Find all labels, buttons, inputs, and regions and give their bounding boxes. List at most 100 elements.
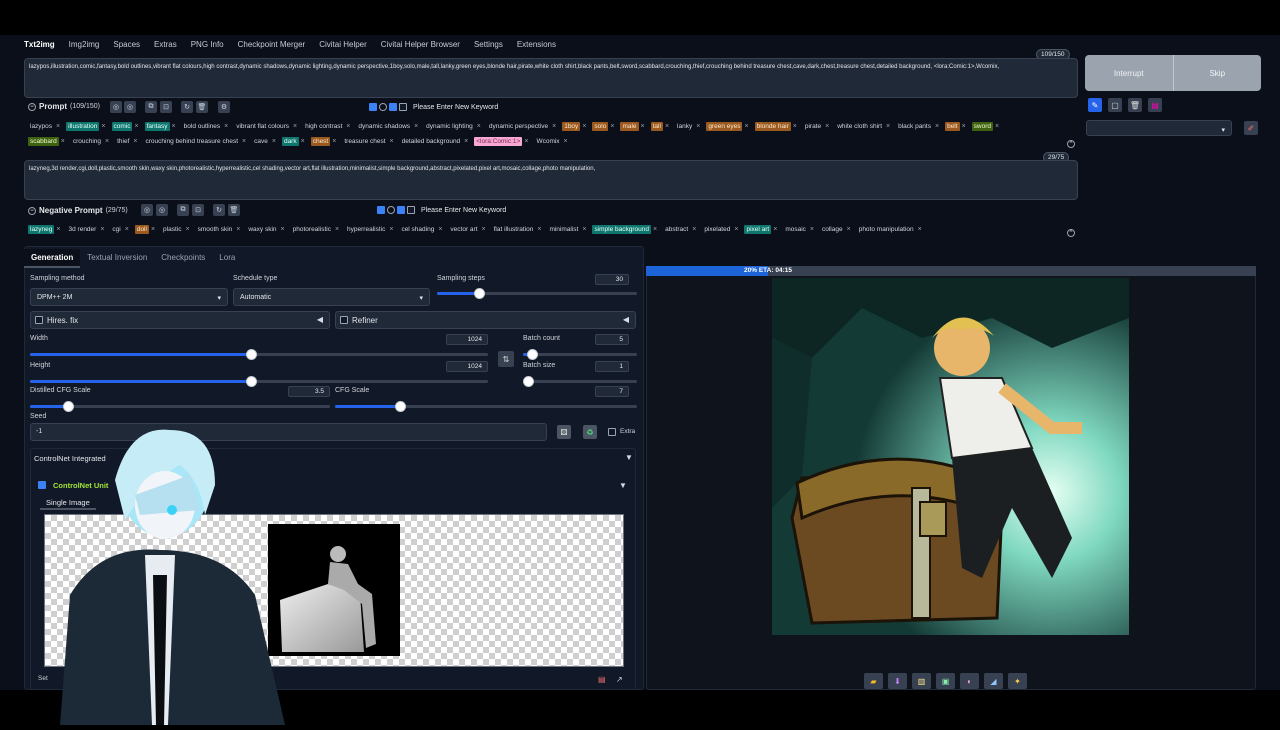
keyword-tag[interactable]: belt [945,121,960,131]
load-icon[interactable]: ⊡ [192,204,204,216]
slider-handle[interactable] [395,401,406,412]
copy-icon[interactable]: ⧉ [177,204,189,216]
keyword-tag[interactable]: 1boy [562,121,581,131]
remove-tag-icon[interactable]: × [464,138,468,145]
batch-size-slider[interactable] [523,376,637,387]
remove-tag-icon[interactable]: × [301,138,305,145]
remove-tag-icon[interactable]: × [151,226,155,233]
keyword-checkbox-3[interactable] [399,103,407,111]
folder-icon[interactable]: ▰ [864,673,883,689]
keyword-tag[interactable]: sword [971,121,993,131]
tab-img2img[interactable]: Img2img [62,37,107,53]
send-to-inpaint-icon[interactable]: ◐ [960,673,979,689]
hires-checkbox[interactable] [35,316,43,324]
distilled-cfg-slider[interactable] [30,401,330,412]
keyword-tag[interactable]: photo manipulation [857,225,916,234]
remove-tag-icon[interactable]: × [825,123,829,130]
keyword-tag[interactable]: dynamic perspective [487,122,550,131]
remove-tag-icon[interactable]: × [172,123,176,130]
remove-tag-icon[interactable]: × [696,123,700,130]
remove-tag-icon[interactable]: × [272,138,276,145]
keyword-tag[interactable]: comic [111,121,133,131]
caret-down-icon[interactable]: ▼ [619,481,627,490]
sampling-steps-slider[interactable] [437,288,637,299]
history-icon[interactable] [387,206,395,214]
keyword-tag[interactable]: solo [592,121,609,131]
keyword-tag[interactable]: high contrast [303,122,344,131]
keyword-tag[interactable]: black pants [896,122,933,131]
remove-tag-icon[interactable]: × [935,123,939,130]
caret-down-icon[interactable]: ▼ [625,453,633,462]
keyword-tag[interactable]: abstract [663,225,690,234]
gear-icon[interactable]: ⚙ [218,101,230,113]
tab-civitai-helper-browser[interactable]: Civitai Helper Browser [374,37,467,53]
keyword-tag[interactable]: lazyneg [28,224,55,234]
paste-icon[interactable]: ◎ [110,101,122,113]
remove-tag-icon[interactable]: × [56,123,60,130]
remove-tag-icon[interactable]: × [133,138,137,145]
keyword-tag[interactable]: doll [134,224,149,234]
subtab-textual-inversion[interactable]: Textual Inversion [80,249,154,268]
document-icon[interactable]: ▤ [598,675,606,684]
remove-tag-icon[interactable]: × [692,226,696,233]
keyword-tag[interactable]: detailed background [400,137,463,146]
keyword-tag[interactable]: white cloth shirt [835,122,884,131]
skip-button[interactable]: Skip [1174,55,1262,91]
slider-handle[interactable] [527,349,538,360]
remove-tag-icon[interactable]: × [995,123,999,130]
keyword-checkbox-1[interactable] [369,103,377,111]
height-input[interactable]: 1024 [446,361,488,372]
keyword-tag[interactable]: vector art [448,225,479,234]
pencil-icon[interactable]: ✎ [1088,98,1102,112]
keyword-tag[interactable]: vibrant flat colours [234,122,291,131]
keyword-tag[interactable]: flat illustration [492,225,536,234]
keyword-tag[interactable]: dynamic shadows [356,122,412,131]
cfg-scale-slider[interactable] [335,401,637,412]
zip-icon[interactable]: ▥ [912,673,931,689]
remove-tag-icon[interactable]: × [224,123,228,130]
remove-tag-icon[interactable]: × [134,123,138,130]
sparkle-icon[interactable]: ✦ [1008,673,1027,689]
settings-icon[interactable]: ◎ [124,101,136,113]
keyword-tag[interactable]: male [620,121,639,131]
history-icon[interactable] [379,103,387,111]
slider-handle[interactable] [63,401,74,412]
negative-prompt-textarea[interactable]: lazyneg,3d render,cgi,doll,plastic,smoot… [24,160,1078,200]
prompt-textarea[interactable]: lazypos,illustration,comic,fantasy,bold … [24,58,1078,98]
slider-handle[interactable] [523,376,534,387]
recycle-icon[interactable]: ♻ [583,425,597,439]
keyword-tag[interactable]: waxy skin [246,225,278,234]
remove-tag-icon[interactable]: × [744,123,748,130]
remove-tag-icon[interactable]: × [582,123,586,130]
remove-tag-icon[interactable]: × [56,226,60,233]
keyword-tag[interactable]: pixel art [744,224,772,234]
keyword-tag[interactable]: <lora:Comic:1> [474,136,523,146]
remove-tag-icon[interactable]: × [236,226,240,233]
height-slider[interactable] [30,376,488,387]
remove-tag-icon[interactable]: × [810,226,814,233]
extra-checkbox[interactable] [608,428,616,436]
remove-tag-icon[interactable]: × [582,226,586,233]
remove-tag-icon[interactable]: × [482,226,486,233]
remove-tag-icon[interactable]: × [414,123,418,130]
keyword-tag[interactable]: illustration [66,121,100,131]
remove-tag-icon[interactable]: × [293,123,297,130]
keyword-tag[interactable]: thief [115,137,131,146]
remove-tag-icon[interactable]: × [610,123,614,130]
copy-icon[interactable]: ⧉ [145,101,157,113]
keyword-checkbox-1[interactable] [377,206,385,214]
save-style-icon[interactable]: ▤ [1148,98,1162,112]
swap-dimensions-icon[interactable]: ⇅ [498,351,514,367]
cfg-scale-input[interactable]: 7 [595,386,629,397]
tab-spaces[interactable]: Spaces [106,37,147,53]
keyword-tag[interactable]: dark [281,136,299,146]
keyword-tag[interactable]: cgi [110,225,122,234]
remove-tag-icon[interactable]: × [100,226,104,233]
keyword-tag[interactable]: crouching behind treasure chest [144,137,241,146]
batch-size-input[interactable]: 1 [595,361,629,372]
keyword-tag[interactable]: pixelated [702,225,732,234]
subtab-checkpoints[interactable]: Checkpoints [154,249,212,268]
brush-icon[interactable]: ✐ [1244,121,1258,135]
clipboard-icon[interactable]: ▢ [1108,98,1122,112]
generated-image[interactable] [772,278,1129,635]
